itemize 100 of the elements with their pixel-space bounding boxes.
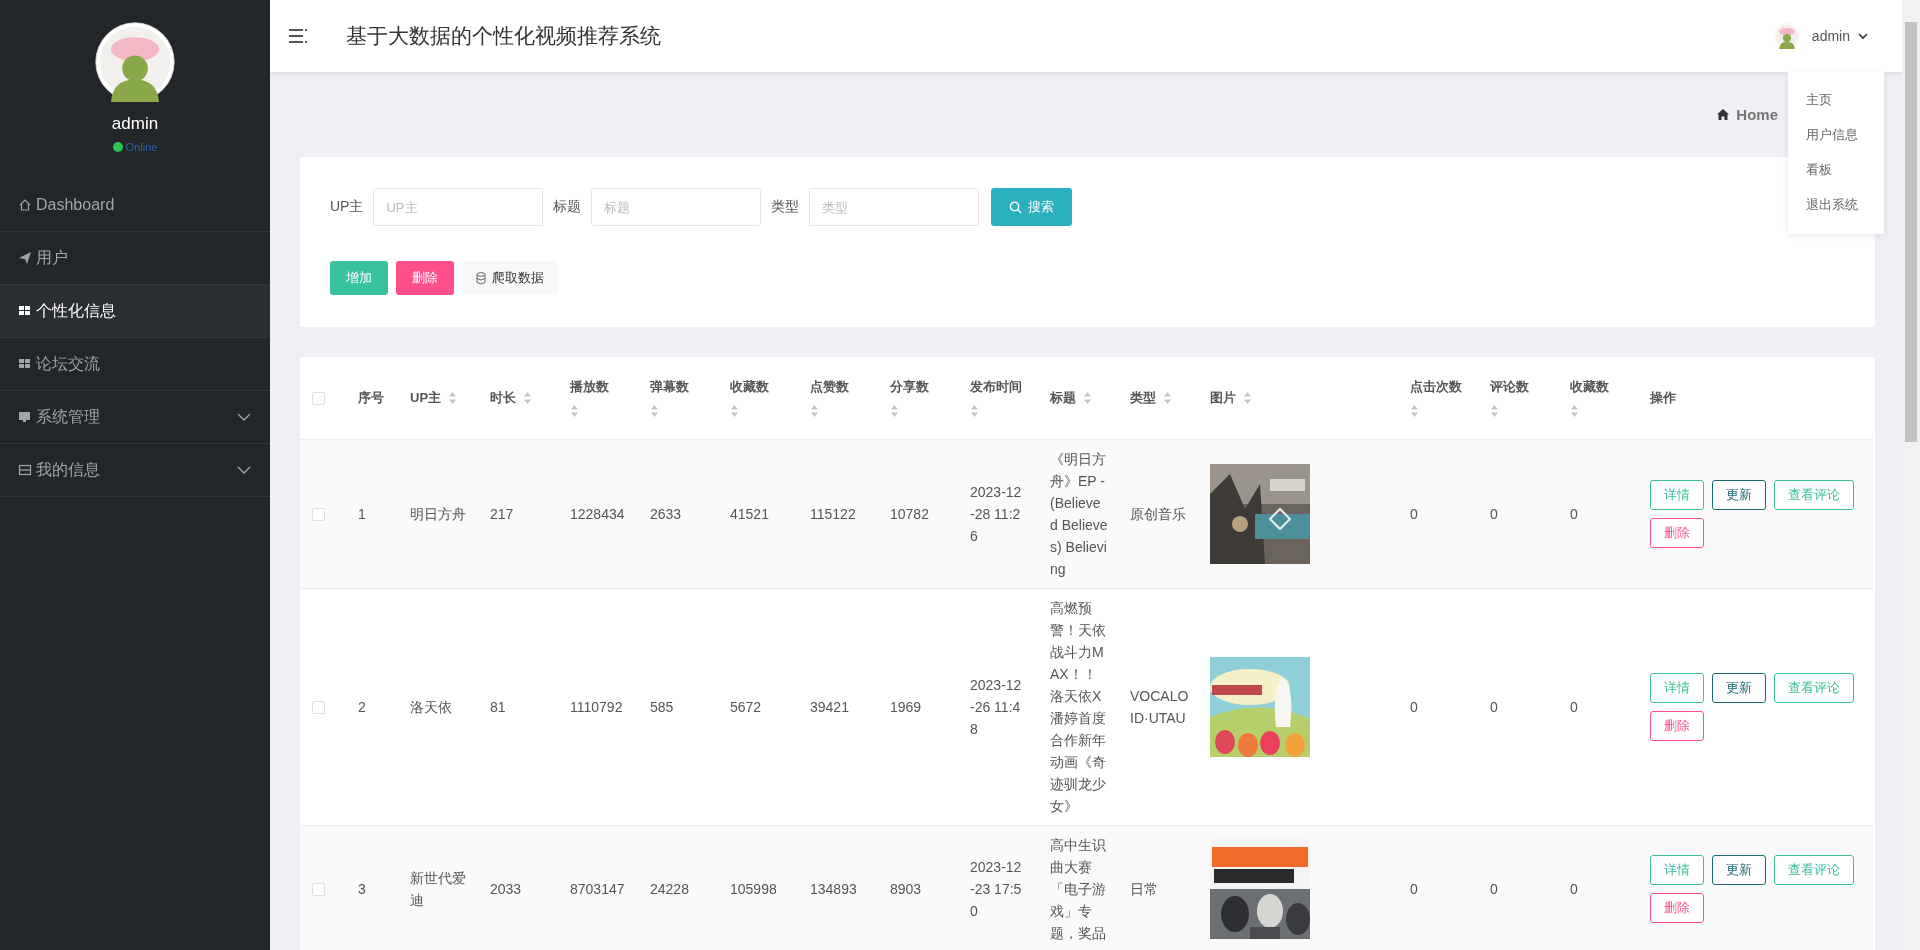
- card-icon: [18, 463, 32, 477]
- paper-plane-icon: [18, 251, 32, 265]
- delete-button[interactable]: 删除: [1650, 893, 1704, 923]
- monitor-icon: [18, 410, 32, 424]
- checkbox[interactable]: [312, 391, 325, 405]
- table-cell-text: 0: [1410, 505, 1419, 524]
- field-label: 标题: [553, 198, 582, 216]
- column-header: 图片: [1210, 389, 1236, 407]
- field-label: UP主: [330, 198, 364, 216]
- table-cell-text: 高中生识曲大赛「电子游戏」专题，奖品: [1050, 836, 1107, 943]
- table-cell-text: 585: [650, 698, 675, 717]
- table-cell-text: VOCALOID·UTAU: [1130, 687, 1190, 728]
- crawl-data-button[interactable]: 爬取数据: [462, 261, 558, 295]
- search-icon: [1009, 200, 1023, 214]
- column-header: 弹幕数: [650, 378, 689, 396]
- avatar-icon: [1773, 23, 1800, 49]
- table-cell-text: 81: [490, 698, 507, 717]
- column-header: 收藏数: [730, 378, 769, 396]
- column-header: 类型: [1130, 389, 1156, 407]
- checkbox[interactable]: [312, 507, 325, 521]
- app-title: 基于大数据的个性化视频推荐系统: [346, 23, 661, 49]
- column-header: 发布时间: [970, 378, 1022, 396]
- table-cell-text: 0: [1490, 505, 1499, 524]
- column-header: 时长: [490, 389, 516, 407]
- update-button[interactable]: 更新: [1712, 855, 1766, 885]
- table-cell-text: 新世代爱迪: [410, 869, 467, 910]
- table-cell-text: 洛天依: [410, 698, 453, 717]
- home-icon: [18, 198, 32, 212]
- table-cell-text: 8903: [890, 880, 923, 899]
- sidebar-item-label: 用户: [36, 247, 68, 268]
- caret-icon: [1858, 32, 1868, 40]
- table-cell-text: 0: [1570, 880, 1579, 899]
- column-header: UP主: [410, 389, 442, 407]
- table-cell-text: 2023-12-28 11:26: [970, 483, 1022, 546]
- delete-button[interactable]: 删除: [1650, 518, 1704, 548]
- menu-item[interactable]: 用户信息: [1806, 117, 1884, 152]
- table-cell-text: 日常: [1130, 880, 1159, 899]
- table-cell-text: 1969: [890, 698, 923, 717]
- table-cell-text: 0: [1570, 505, 1579, 524]
- table-cell-text: 105998: [730, 880, 778, 899]
- column-header: 操作: [1650, 389, 1676, 407]
- table-cell-text: 0: [1490, 880, 1499, 899]
- menu-item[interactable]: 主页: [1806, 82, 1884, 117]
- sidebar-item[interactable]: 个性化信息: [0, 285, 270, 338]
- user-name: admin: [111, 114, 159, 134]
- table-cell-text: 原创音乐: [1130, 505, 1187, 524]
- table-cell-text: 10782: [890, 505, 930, 524]
- sidebar-item-label: 系统管理: [36, 406, 100, 427]
- grid-icon: [18, 304, 32, 318]
- table-cell-text: 3: [358, 880, 367, 899]
- input-field[interactable]: 类型: [809, 188, 980, 226]
- table-cell-text: 0: [1490, 698, 1499, 717]
- update-button[interactable]: 更新: [1712, 673, 1766, 703]
- input-field[interactable]: UP主: [373, 188, 544, 226]
- menu-item[interactable]: 退出系统: [1806, 187, 1884, 222]
- column-header: 评论数: [1490, 378, 1529, 396]
- table-cell-text: 8703147: [570, 880, 626, 899]
- table-cell-text: 2033: [490, 880, 523, 899]
- table-cell-text: 2: [358, 698, 367, 717]
- menu-icon[interactable]: [288, 26, 308, 46]
- scrollbar-thumb[interactable]: [1905, 22, 1917, 442]
- sidebar-item-label: 论坛交流: [36, 353, 100, 374]
- home-icon: [1716, 108, 1731, 121]
- column-header: 点击次数: [1410, 378, 1462, 396]
- table-cell-text: 24228: [650, 880, 690, 899]
- update-button[interactable]: 更新: [1712, 480, 1766, 510]
- menu-item[interactable]: 看板: [1806, 152, 1884, 187]
- column-header: 点赞数: [810, 378, 849, 396]
- table-cell-text: 5672: [730, 698, 763, 717]
- table-cell-text: 1: [358, 505, 367, 524]
- user-menu-toggle[interactable]: admin: [1811, 28, 1850, 44]
- column-header: 分享数: [890, 378, 929, 396]
- sidebar-item-label: 个性化信息: [36, 300, 116, 321]
- table-cell-text: 高燃预警！天依战斗力MAX！！洛天依X潘婷首度合作新年动画《奇迹驯龙少女》: [1050, 599, 1107, 816]
- table-cell-text: 134893: [810, 880, 858, 899]
- table-cell-text: 0: [1410, 698, 1419, 717]
- column-header: 标题: [1050, 389, 1076, 407]
- database-icon: [476, 271, 486, 285]
- status-text: Online: [125, 141, 158, 153]
- table-cell-text: 0: [1410, 880, 1419, 899]
- table-cell-text: 明日方舟: [410, 505, 467, 524]
- checkbox[interactable]: [312, 882, 325, 896]
- table-cell-text: 0: [1570, 698, 1579, 717]
- checkbox[interactable]: [312, 700, 325, 714]
- table-cell-text: 1228434: [570, 505, 626, 524]
- table-cell-text: 217: [490, 505, 515, 524]
- table-cell-text: 41521: [730, 505, 770, 524]
- input-field[interactable]: 标题: [591, 188, 762, 226]
- table-cell-text: 1110792: [570, 698, 624, 717]
- avatar-icon: [95, 22, 175, 102]
- table-cell-text: 2633: [650, 505, 683, 524]
- column-header: 收藏数: [1570, 378, 1609, 396]
- delete-button[interactable]: 删除: [1650, 711, 1704, 741]
- breadcrumb-link[interactable]: Home: [1736, 106, 1778, 123]
- field-label: 类型: [771, 198, 800, 216]
- table-cell-text: 2023-12-26 11:48: [970, 676, 1022, 739]
- sidebar-item-label: Dashboard: [36, 196, 115, 214]
- table-cell-text: 2023-12-23 17:50: [970, 858, 1022, 921]
- column-header: 序号: [358, 389, 384, 407]
- table-cell-text: 115122: [810, 505, 857, 524]
